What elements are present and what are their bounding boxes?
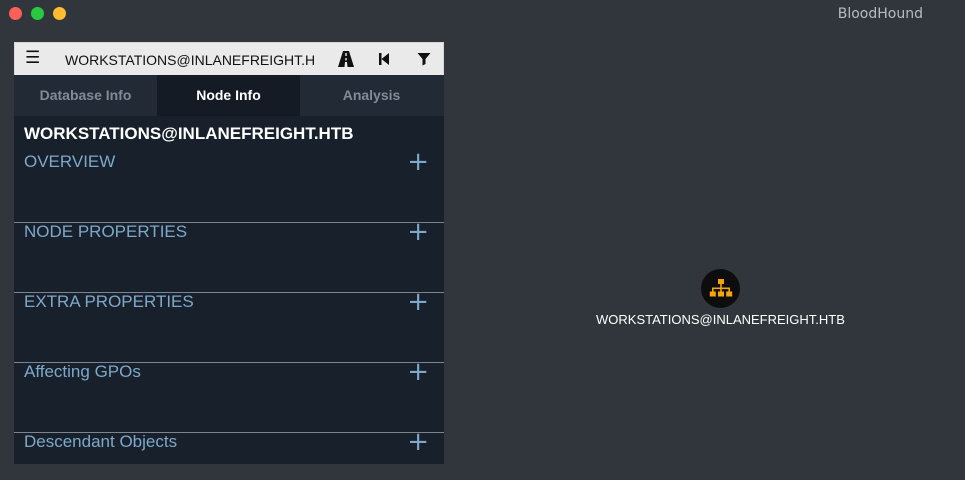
graph-node-ou[interactable] <box>701 269 740 308</box>
section-node-properties[interactable]: NODE PROPERTIES + <box>14 217 444 293</box>
filter-icon[interactable] <box>413 48 435 70</box>
expand-icon[interactable]: + <box>407 357 429 387</box>
section-extra-properties-label: EXTRA PROPERTIES <box>24 292 194 311</box>
window-titlebar: BloodHound <box>0 0 965 28</box>
search-bar: ☰ <box>14 42 444 75</box>
section-node-properties-label: NODE PROPERTIES <box>24 222 188 241</box>
pathfinding-road-icon[interactable] <box>335 48 357 70</box>
node-title: WORKSTATIONS@INLANEFREIGHT.HTB <box>24 124 354 143</box>
app-title: BloodHound <box>837 6 923 22</box>
ou-sitemap-icon <box>709 278 732 296</box>
expand-icon[interactable]: + <box>407 217 429 247</box>
section-extra-properties[interactable]: EXTRA PROPERTIES + <box>14 287 444 363</box>
tab-database-info[interactable]: Database Info <box>14 75 157 116</box>
expand-icon[interactable]: + <box>407 147 429 177</box>
tab-node-info[interactable]: Node Info <box>157 75 300 116</box>
back-icon[interactable] <box>373 48 395 70</box>
maximize-window-button[interactable] <box>31 7 44 20</box>
section-descendant-objects[interactable]: Descendant Objects + <box>14 427 444 464</box>
graph-node-label: WORKSTATIONS@INLANEFREIGHT.HTB <box>596 312 845 327</box>
section-overview-label: OVERVIEW <box>24 152 116 171</box>
search-input[interactable] <box>65 49 317 71</box>
hamburger-icon[interactable]: ☰ <box>25 47 45 69</box>
expand-icon[interactable]: + <box>407 287 429 317</box>
close-window-button[interactable] <box>9 7 22 20</box>
tab-analysis[interactable]: Analysis <box>300 75 443 116</box>
expand-icon[interactable]: + <box>407 427 429 457</box>
section-descendant-objects-label: Descendant Objects <box>24 432 178 451</box>
minimize-window-button[interactable] <box>53 7 66 20</box>
section-affecting-gpos[interactable]: Affecting GPOs + <box>14 357 444 433</box>
section-affecting-gpos-label: Affecting GPOs <box>24 362 141 381</box>
panel-tabs: Database Info Node Info Analysis <box>14 75 444 116</box>
section-overview[interactable]: OVERVIEW + <box>14 147 444 223</box>
node-info-panel: ☰ Database Info Node Info Analysis WORKS… <box>14 42 444 464</box>
